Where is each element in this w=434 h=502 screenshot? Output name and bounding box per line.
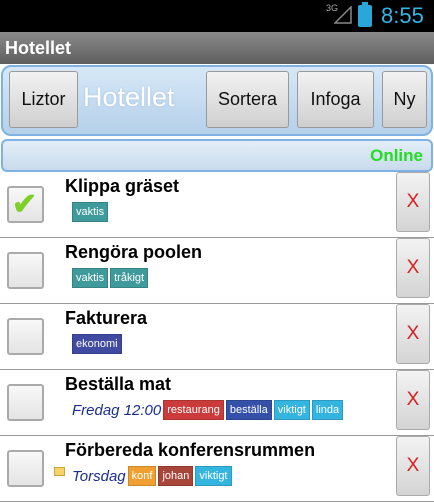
- app-title: Hotellet: [0, 32, 434, 64]
- task-title: Rengöra poolen: [65, 242, 203, 262]
- task-checkbox[interactable]: [7, 450, 44, 487]
- task-list: ✔ Klippa gräset vaktis X Rengöra poolen vakti…: [0, 172, 434, 502]
- task-meta: vaktis tråkigt: [72, 268, 150, 288]
- insert-button[interactable]: Infoga: [297, 71, 374, 128]
- connection-bar: Online: [1, 139, 433, 172]
- task-due: Torsdag: [72, 467, 126, 485]
- delete-button[interactable]: X: [396, 304, 430, 364]
- lists-button[interactable]: Liztor: [9, 71, 78, 128]
- task-checkbox[interactable]: ✔: [7, 186, 44, 223]
- task-meta: vaktis: [72, 202, 110, 222]
- sort-button[interactable]: Sortera: [206, 71, 289, 128]
- tag-badge: vaktis: [72, 268, 109, 288]
- tag-badge: ekonomi: [72, 334, 122, 354]
- signal-icon: [334, 6, 352, 24]
- task-checkbox[interactable]: [7, 252, 44, 289]
- tag-badge: linda: [311, 400, 344, 420]
- task-title: Beställa mat: [65, 374, 172, 394]
- tag-badge: beställa: [225, 400, 272, 420]
- task-meta: ekonomi: [72, 334, 124, 354]
- task-title: Förbereda konferensrummen: [65, 440, 316, 460]
- toolbar: Liztor Hotellet Sortera Infoga Ny: [1, 65, 433, 136]
- delete-button[interactable]: X: [396, 238, 430, 298]
- tag-badge: viktigt: [195, 466, 232, 486]
- tag-badge: konf: [127, 466, 157, 486]
- tag-badge: restaurang: [163, 400, 224, 420]
- new-button[interactable]: Ny: [382, 71, 427, 128]
- list-item[interactable]: Rengöra poolen vaktis tråkigt X: [0, 238, 434, 304]
- tag-badge: viktigt: [273, 400, 310, 420]
- tag-badge: tråkigt: [110, 268, 149, 288]
- delete-button[interactable]: X: [396, 436, 430, 496]
- task-due: Fredag 12:00: [72, 401, 162, 419]
- task-meta: Torsdag konf johan viktigt: [72, 466, 234, 486]
- tag-badge: johan: [158, 466, 194, 486]
- list-item[interactable]: Beställa mat Fredag 12:00 restaurang bestäl…: [0, 370, 434, 436]
- clock: 8:55: [381, 3, 424, 28]
- tag-badge: vaktis: [72, 202, 109, 222]
- checkmark-icon: ✔: [12, 188, 38, 221]
- status-bar: 3G 8:55: [0, 0, 434, 32]
- note-icon: [54, 467, 65, 476]
- task-title: Fakturera: [65, 308, 148, 328]
- list-item[interactable]: ✔ Klippa gräset vaktis X: [0, 172, 434, 238]
- task-title: Klippa gräset: [65, 176, 180, 196]
- task-checkbox[interactable]: [7, 384, 44, 421]
- list-item[interactable]: Fakturera ekonomi X: [0, 304, 434, 370]
- delete-button[interactable]: X: [396, 370, 430, 430]
- task-checkbox[interactable]: [7, 318, 44, 355]
- connection-status: Online: [370, 146, 423, 165]
- battery-icon: [358, 2, 372, 27]
- list-item[interactable]: Förbereda konferensrummen Torsdag konf joha…: [0, 436, 434, 502]
- task-meta: Fredag 12:00 restaurang beställa viktigt lin…: [72, 400, 345, 420]
- list-name: Hotellet: [83, 82, 175, 112]
- delete-button[interactable]: X: [396, 172, 430, 232]
